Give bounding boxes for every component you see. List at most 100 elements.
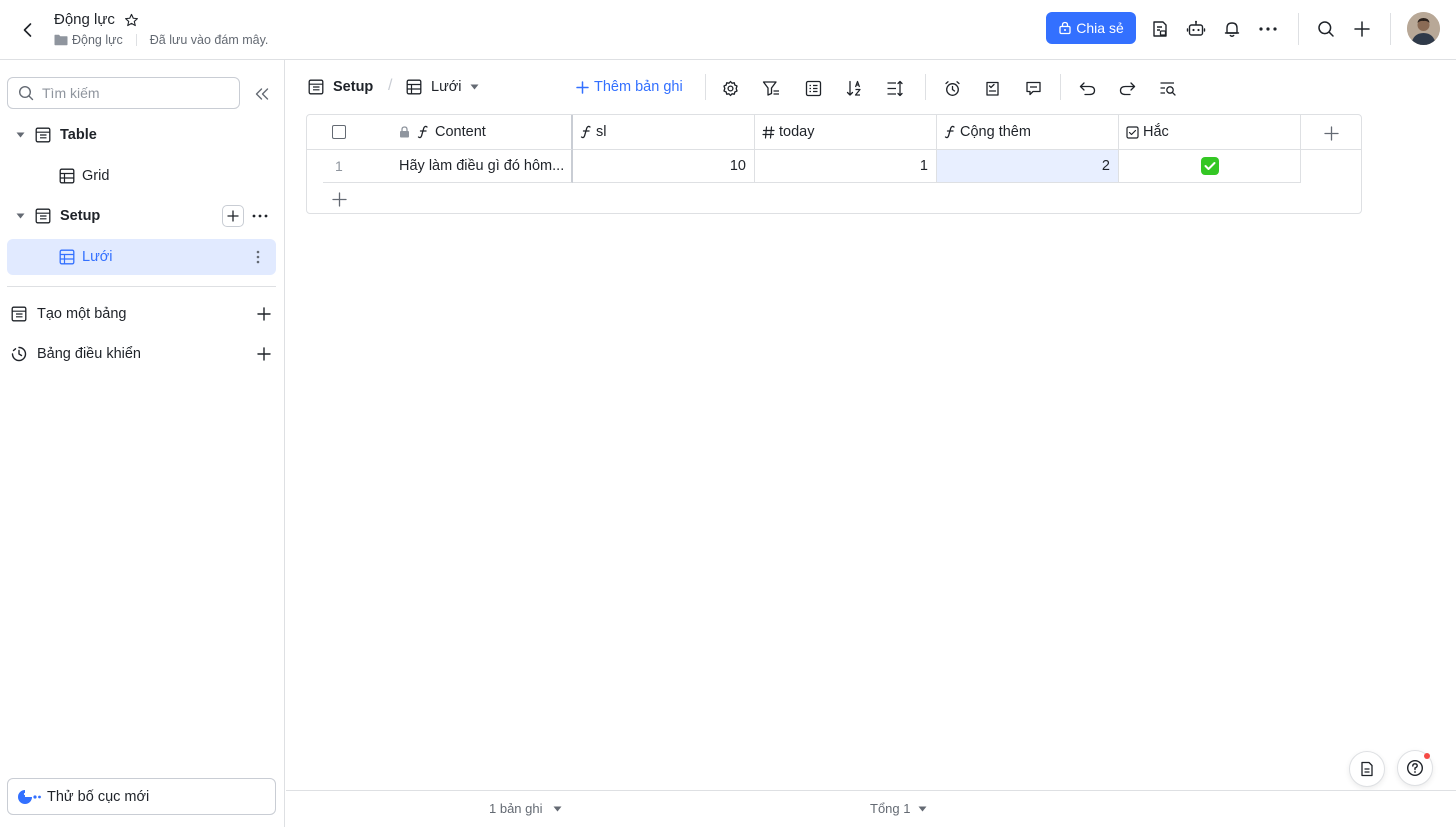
settings-icon[interactable] bbox=[718, 76, 742, 100]
header-primary-column[interactable]: Content bbox=[307, 115, 573, 150]
help-float-button[interactable] bbox=[1397, 750, 1433, 786]
table-icon bbox=[308, 79, 324, 95]
select-all-checkbox[interactable] bbox=[332, 125, 346, 139]
more-icon[interactable] bbox=[1255, 16, 1281, 42]
column-header-content: Content bbox=[435, 124, 486, 140]
sidebar-item-label: Table bbox=[60, 127, 97, 143]
sidebar-item-setup[interactable]: Setup bbox=[7, 198, 276, 234]
share-label: Chia sẻ bbox=[1076, 20, 1124, 36]
column-header-cong-them: Cộng thêm bbox=[960, 124, 1031, 140]
search-icon bbox=[18, 85, 34, 101]
share-button[interactable]: Chia sẻ bbox=[1046, 12, 1136, 44]
bot-icon[interactable] bbox=[1183, 16, 1209, 42]
table-switcher[interactable]: Setup bbox=[308, 76, 373, 98]
column-header-today: today bbox=[779, 124, 815, 140]
dashboard-item[interactable]: Bảng điều khiển bbox=[7, 336, 276, 372]
form-icon[interactable] bbox=[980, 76, 1004, 100]
filter-icon[interactable] bbox=[759, 76, 783, 100]
header-divider bbox=[1390, 13, 1391, 45]
undo-icon[interactable] bbox=[1075, 76, 1099, 100]
total-label: Tổng 1 bbox=[870, 801, 911, 816]
cell-today[interactable]: 1 bbox=[755, 150, 937, 183]
sidebar-divider bbox=[7, 286, 276, 287]
cell-content[interactable]: Hãy làm điều gì đó hôm... bbox=[399, 158, 564, 174]
dashboard-label: Bảng điều khiển bbox=[37, 346, 141, 362]
cell-cong-them[interactable]: 2 bbox=[937, 150, 1119, 183]
add-record-button[interactable]: Thêm bản ghi bbox=[576, 76, 683, 98]
try-new-layout-button[interactable]: Thử bố cục mới bbox=[7, 778, 276, 815]
grid-view-icon bbox=[59, 249, 75, 265]
add-column-icon[interactable] bbox=[1321, 123, 1341, 143]
collapse-sidebar-icon[interactable] bbox=[252, 84, 272, 104]
grid-footer: 1 bản ghi Tổng 1 bbox=[286, 790, 1456, 827]
formula-icon bbox=[580, 125, 592, 139]
formula-icon bbox=[417, 125, 429, 139]
table-icon bbox=[11, 306, 27, 322]
sidebar-search-input[interactable] bbox=[42, 85, 222, 101]
table-icon bbox=[35, 127, 51, 143]
add-view-button[interactable] bbox=[222, 205, 244, 227]
grid-view-icon bbox=[59, 168, 75, 184]
table-icon bbox=[35, 208, 51, 224]
comment-icon[interactable] bbox=[1021, 76, 1045, 100]
view-switcher[interactable]: Lưới bbox=[406, 76, 479, 98]
record-count-summary[interactable]: 1 bản ghi bbox=[489, 801, 562, 816]
header-column-today[interactable]: today bbox=[755, 115, 937, 150]
caret-down-icon[interactable] bbox=[15, 211, 25, 221]
back-icon[interactable] bbox=[14, 16, 42, 44]
create-table-item[interactable]: Tạo một bảng bbox=[7, 296, 276, 332]
alarm-icon[interactable] bbox=[940, 76, 964, 100]
total-summary[interactable]: Tổng 1 bbox=[870, 801, 927, 816]
plus-icon bbox=[576, 80, 589, 94]
find-icon[interactable] bbox=[1156, 76, 1180, 100]
caret-down-icon[interactable] bbox=[15, 130, 25, 140]
header-column-hac[interactable]: Hắc bbox=[1119, 115, 1301, 150]
dashboard-icon bbox=[11, 346, 27, 362]
star-icon[interactable] bbox=[122, 11, 140, 29]
plus-icon[interactable] bbox=[253, 303, 275, 325]
folder-icon bbox=[54, 34, 68, 46]
data-grid: Content sl today Cộng thêm Hắc 1 Hãy làm… bbox=[306, 114, 1362, 214]
toolbar-divider bbox=[705, 74, 706, 100]
user-avatar[interactable] bbox=[1407, 12, 1440, 45]
group-icon[interactable] bbox=[801, 76, 825, 100]
document-title[interactable]: Động lực bbox=[54, 11, 115, 28]
add-row-icon[interactable] bbox=[329, 189, 349, 209]
sidebar-item-label: Setup bbox=[60, 208, 101, 224]
sidebar-search[interactable] bbox=[7, 77, 240, 109]
row-index: 1 bbox=[335, 158, 343, 174]
more-icon[interactable] bbox=[249, 205, 271, 227]
try-new-layout-label: Thử bố cục mới bbox=[47, 788, 150, 805]
header-column-cong-them[interactable]: Cộng thêm bbox=[937, 115, 1119, 150]
sort-icon[interactable] bbox=[842, 76, 866, 100]
cell-hac[interactable] bbox=[1119, 150, 1301, 183]
plus-icon[interactable] bbox=[253, 343, 275, 365]
vertical-more-icon[interactable] bbox=[247, 246, 269, 268]
bell-icon[interactable] bbox=[1219, 16, 1245, 42]
checked-checkbox-icon[interactable] bbox=[1200, 157, 1219, 175]
cell-sl[interactable]: 10 bbox=[573, 150, 755, 183]
document-float-button[interactable] bbox=[1349, 751, 1385, 787]
plus-icon[interactable] bbox=[1349, 16, 1375, 42]
table-name: Setup bbox=[333, 79, 374, 95]
grid-view-icon bbox=[406, 79, 422, 95]
caret-down-icon bbox=[553, 806, 562, 812]
layout-switch-icon bbox=[17, 789, 41, 805]
sidebar-item-luoi[interactable]: Lưới bbox=[7, 239, 276, 275]
table-row[interactable]: 1 Hãy làm điều gì đó hôm... bbox=[323, 150, 573, 183]
column-header-hac: Hắc bbox=[1143, 124, 1169, 140]
breadcrumb-folder-label[interactable]: Động lực bbox=[72, 33, 123, 47]
header-divider bbox=[1298, 13, 1299, 45]
toolbar-divider bbox=[925, 74, 926, 100]
main-area: Setup / Lưới Thêm bản ghi Content sl tod… bbox=[286, 60, 1456, 827]
sidebar-item-label: Grid bbox=[82, 168, 110, 184]
sidebar-item-table[interactable]: Table bbox=[7, 117, 276, 153]
save-status: Đã lưu vào đám mây. bbox=[149, 33, 269, 47]
search-icon[interactable] bbox=[1313, 16, 1339, 42]
row-height-icon[interactable] bbox=[883, 76, 907, 100]
redo-icon[interactable] bbox=[1115, 76, 1139, 100]
template-icon[interactable] bbox=[1147, 16, 1173, 42]
header-column-sl[interactable]: sl bbox=[573, 115, 755, 150]
sidebar-item-grid[interactable]: Grid bbox=[7, 158, 276, 194]
document-icon bbox=[1361, 761, 1373, 777]
